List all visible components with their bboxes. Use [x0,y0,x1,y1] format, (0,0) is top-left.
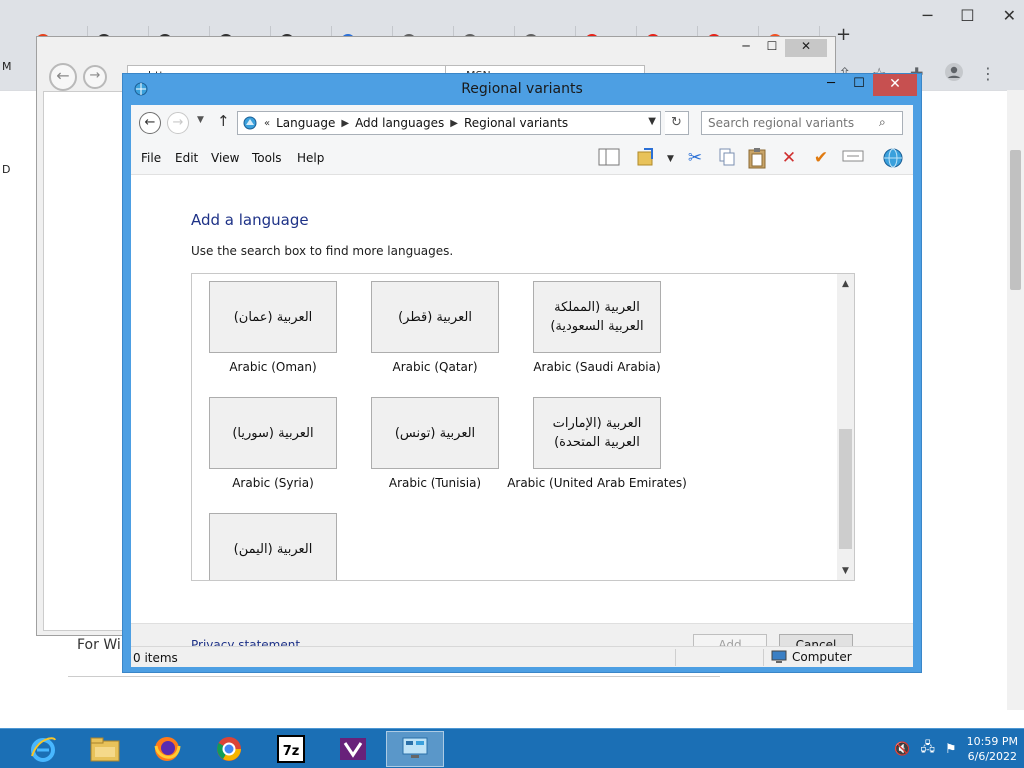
minimize-button[interactable]: ─ [817,74,845,96]
new-tab-button[interactable]: + [836,24,851,45]
taskbar-control-panel-icon[interactable] [386,731,444,767]
rename-icon[interactable] [841,147,865,171]
breadcrumb-item-regional-variants[interactable]: Regional variants [464,116,568,130]
language-tile-arabic-saudi-arabia[interactable]: العربية (المملكة العربية السعودية) [533,281,661,353]
network-globe-icon[interactable] [881,147,905,171]
language-name: Arabic (United Arab Emirates) [507,476,687,490]
language-list: العربية (عمان) Arabic (Oman) العربية (قط… [191,273,855,581]
breadcrumb-item-add-languages[interactable]: Add languages [355,116,444,130]
status-location-label: Computer [792,650,852,664]
chrome-menu-icon[interactable]: ⋮ [980,64,996,83]
folder-options-icon[interactable] [635,147,659,171]
ie-forward-icon[interactable]: → [83,65,107,89]
system-tray: 🔇 🖧 ⚑ 10:59 PM 6/6/2022 [894,733,1018,765]
chrome-maximize-button[interactable]: ☐ [960,6,974,25]
forward-button[interactable]: → [167,112,189,134]
status-item-count: 0 items [133,651,178,665]
taskbar-firefox-icon[interactable] [138,731,196,767]
edge-letter: M [2,60,12,73]
menu-bar: File Edit View Tools Help ▼ ✂ ✕ ✔ [131,141,913,175]
breadcrumb-separator-icon[interactable]: ▶ [450,118,458,129]
breadcrumb-item-language[interactable]: Language [276,116,335,130]
language-tile-arabic-uae[interactable]: العربية (الإمارات العربية المتحدة) [533,397,661,469]
clock-time: 10:59 PM [966,735,1018,748]
taskbar-chrome-icon[interactable] [200,731,258,767]
scroll-up-arrow-icon[interactable]: ▲ [837,276,854,293]
recent-locations-chevron-icon[interactable]: ▼ [197,115,204,125]
folder-options-chevron-icon[interactable]: ▼ [667,154,674,164]
volume-muted-icon[interactable]: 🔇 [894,742,910,757]
ie-close-button[interactable]: ✕ [785,39,827,57]
breadcrumb-overflow[interactable]: « [264,118,270,129]
language-list-scrollbar[interactable]: ▲ ▼ [837,274,854,580]
svg-text:7z: 7z [283,744,300,759]
window-client-area: ← → ▼ ↑ « Language ▶ Add languages ▶ Reg… [131,105,913,667]
menu-help[interactable]: Help [297,151,324,165]
search-icon[interactable]: ⌕ [879,115,886,130]
cut-icon[interactable]: ✂ [683,147,707,171]
ie-maximize-button[interactable]: ☐ [759,39,785,57]
breadcrumb-separator-icon[interactable]: ▶ [341,118,349,129]
language-tile-arabic-tunisia[interactable]: العربية (تونس) [371,397,499,469]
page-title: Add a language [191,211,309,229]
paste-icon[interactable] [745,147,769,171]
chrome-close-button[interactable]: ✕ [1003,6,1016,25]
chrome-minimize-button[interactable]: ─ [923,6,933,25]
back-button[interactable]: ← [139,112,161,134]
language-name: Arabic (Saudi Arabia) [533,360,661,374]
taskbar-file-explorer-icon[interactable] [76,731,134,767]
language-tile-arabic-qatar[interactable]: العربية (قطر) [371,281,499,353]
search-input[interactable] [701,111,903,135]
clock[interactable]: 10:59 PM 6/6/2022 [967,734,1018,764]
menu-tools[interactable]: Tools [252,151,282,165]
delete-icon[interactable]: ✕ [777,147,801,171]
status-bar: 0 items Computer [131,646,913,667]
scroll-thumb[interactable] [839,429,852,549]
scroll-down-arrow-icon[interactable]: ▼ [837,563,854,580]
ie-window-controls: ─ ☐ ✕ [733,39,827,57]
taskbar-7zip-icon[interactable]: 7z [262,731,320,767]
language-tile-arabic-syria[interactable]: العربية (سوريا) [209,397,337,469]
network-icon[interactable]: 🖧 [921,738,936,760]
page-partial-text: For Wi [77,637,121,653]
clock-date: 6/6/2022 [967,750,1018,763]
language-tile-arabic-yemen[interactable]: العربية (اليمن) [209,513,337,580]
status-divider [675,649,676,666]
up-arrow-icon[interactable]: ↑ [217,112,230,130]
close-button[interactable]: ✕ [873,74,917,96]
edge-letter: D [2,163,11,176]
instruction-text: Use the search box to find more language… [191,244,454,258]
page-divider [68,676,720,677]
window-title-bar[interactable]: Regional variants ─ ☐ ✕ [123,74,921,104]
taskbar: 7z 🔇 🖧 ⚑ 10:59 PM 6/6/2022 [0,728,1024,768]
chrome-window-controls: ─ ☐ ✕ [923,6,1016,25]
menu-file[interactable]: File [141,151,161,165]
taskbar-internet-explorer-icon[interactable] [14,731,72,767]
profile-avatar-icon[interactable] [944,62,964,86]
language-tile-arabic-oman[interactable]: العربية (عمان) [209,281,337,353]
maximize-button[interactable]: ☐ [845,74,873,96]
menu-view[interactable]: View [211,151,239,165]
ie-back-icon[interactable]: ← [49,63,77,91]
address-dropdown-chevron-icon[interactable]: ▼ [648,116,656,127]
properties-check-icon[interactable]: ✔ [809,147,833,171]
menu-edit[interactable]: Edit [175,151,198,165]
breadcrumb[interactable]: « Language ▶ Add languages ▶ Regional va… [237,111,661,135]
computer-icon [771,650,787,663]
navigation-bar: ← → ▼ ↑ « Language ▶ Add languages ▶ Reg… [131,105,913,141]
action-center-flag-icon[interactable]: ⚑ [945,742,957,757]
status-location: Computer [771,650,852,664]
chrome-scrollbar[interactable] [1007,90,1024,710]
copy-icon[interactable] [715,147,739,171]
control-panel-icon [243,116,257,130]
status-divider [763,649,764,666]
regional-variants-window: Regional variants ─ ☐ ✕ ← → ▼ ↑ « Langua… [122,73,922,673]
refresh-button[interactable]: ↻ [665,111,689,135]
taskbar-visual-studio-icon[interactable] [324,731,382,767]
preview-pane-icon[interactable] [597,147,621,171]
ie-minimize-button[interactable]: ─ [733,39,759,57]
window-title: Regional variants [461,81,583,97]
